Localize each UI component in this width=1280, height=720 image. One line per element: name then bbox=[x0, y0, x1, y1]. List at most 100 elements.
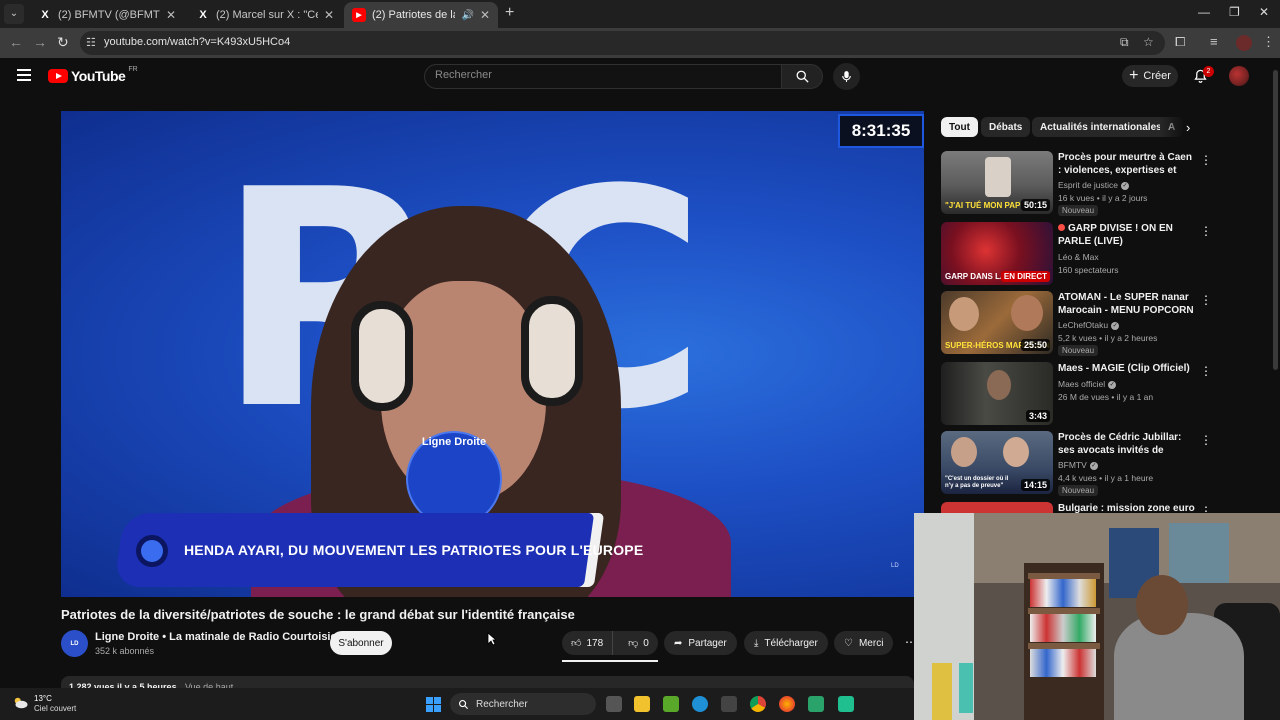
subscribe-button[interactable]: S'abonner bbox=[330, 631, 392, 655]
create-button[interactable]: + Créer bbox=[1122, 65, 1178, 87]
address-bar[interactable]: ☷ youtube.com/watch?v=K493xU5HCo4 ⧉ ☆ bbox=[80, 31, 1165, 55]
speaker-icon[interactable]: 🔊 bbox=[461, 10, 473, 21]
chip-actualites-internationales[interactable]: Actualités internationales bbox=[1032, 117, 1170, 137]
browser-menu-icon[interactable]: ⋮ bbox=[1262, 34, 1275, 50]
video-title[interactable]: GARP DIVISE ! ON EN PARLE (LIVE) bbox=[1058, 222, 1198, 248]
channel-name[interactable]: Esprit de justice ✓ bbox=[1058, 180, 1129, 190]
firefox-icon[interactable] bbox=[779, 696, 795, 712]
channel-name[interactable]: Léo & Max bbox=[1058, 252, 1099, 262]
more-options-icon[interactable]: ⋮ bbox=[1200, 364, 1212, 378]
weather-description[interactable]: Ciel couvert bbox=[34, 704, 76, 713]
nvidia-icon[interactable] bbox=[663, 696, 679, 712]
browser-profile-avatar[interactable] bbox=[1236, 35, 1252, 51]
video-thumbnail[interactable]: 3:43 bbox=[941, 362, 1053, 425]
channel-name[interactable]: LeChefOtaku ✓ bbox=[1058, 320, 1120, 330]
x-logo-icon: X bbox=[41, 9, 49, 21]
video-title[interactable]: Procès pour meurtre à Caen : violences, … bbox=[1058, 151, 1198, 178]
windows-start-icon[interactable] bbox=[426, 697, 441, 712]
back-icon[interactable]: ← bbox=[9, 34, 23, 50]
recommended-video[interactable]: SUPER-HÉROS MAROCAIN 25:50 ATOMAN - Le S… bbox=[941, 291, 1212, 356]
channel-name[interactable]: Maes officiel ✓ bbox=[1058, 379, 1117, 389]
edge-icon[interactable] bbox=[692, 696, 708, 712]
tab-title: (2) BFMTV (@BFMTV) / X bbox=[58, 9, 160, 21]
url-text[interactable]: youtube.com/watch?v=K493xU5HCo4 bbox=[104, 36, 290, 48]
search-input[interactable] bbox=[435, 69, 765, 81]
video-title[interactable]: Maes - MAGIE (Clip Officiel) bbox=[1058, 362, 1198, 375]
webcam-poster bbox=[1169, 523, 1229, 583]
chip-tout[interactable]: Tout bbox=[941, 117, 978, 137]
tab-title: (2) Marcel sur X : "Ce ton triomp bbox=[216, 9, 318, 21]
search-button[interactable] bbox=[781, 64, 823, 89]
chevron-right-icon[interactable]: › bbox=[1186, 120, 1190, 135]
recommended-video[interactable]: GARP DANS LA TOUR EN DIRECT GARP DIVISE … bbox=[941, 222, 1212, 286]
like-button[interactable]: 👍︎ 178 bbox=[562, 631, 614, 655]
video-thumbnail[interactable]: "C'est un dossier où il n'y a pas de pre… bbox=[941, 431, 1053, 494]
weather-temperature[interactable]: 13°C bbox=[34, 694, 52, 703]
voice-search-button[interactable] bbox=[833, 63, 860, 90]
close-tab-icon[interactable]: ✕ bbox=[324, 8, 334, 22]
tab-search-button[interactable]: ⌄ bbox=[4, 4, 24, 24]
browser-tab[interactable]: X (2) BFMTV (@BFMTV) / X ✕ bbox=[30, 2, 184, 28]
channel-name[interactable]: BFMTV ✓ bbox=[1058, 460, 1098, 470]
youtube-play-icon bbox=[48, 69, 68, 83]
live-badge: EN DIRECT bbox=[1000, 271, 1050, 282]
more-options-icon[interactable]: ⋮ bbox=[1200, 293, 1212, 307]
recommended-video[interactable]: 3:43 Maes - MAGIE (Clip Officiel) Maes o… bbox=[941, 362, 1212, 426]
video-meta: 160 spectateurs bbox=[1058, 265, 1119, 275]
site-info-icon[interactable]: ☷ bbox=[86, 36, 96, 49]
task-view-icon[interactable] bbox=[606, 696, 622, 712]
browser-tab-active[interactable]: ▶ (2) Patriotes de la diversité/ 🔊 ✕ bbox=[344, 2, 498, 28]
like-dislike-group: 👍︎ 178 👎︎ 0 bbox=[562, 631, 658, 655]
extensions-icon[interactable]: ⧠ bbox=[1175, 34, 1185, 50]
more-options-icon[interactable]: ⋮ bbox=[1200, 433, 1212, 447]
notification-count: 2 bbox=[1203, 66, 1214, 77]
download-button[interactable]: ⤓ Télécharger bbox=[744, 631, 828, 655]
dislike-button[interactable]: 👎︎ 0 bbox=[619, 631, 658, 655]
media-controls-icon[interactable]: ≡ bbox=[1210, 34, 1218, 49]
browser-tab-strip: ⌄ X (2) BFMTV (@BFMTV) / X ✕ X (2) Marce… bbox=[0, 0, 1280, 28]
create-label: Créer bbox=[1143, 70, 1171, 82]
forward-icon[interactable]: → bbox=[33, 34, 47, 50]
close-tab-icon[interactable]: ✕ bbox=[480, 8, 490, 22]
minimize-icon[interactable]: — bbox=[1198, 5, 1210, 19]
video-thumbnail[interactable]: GARP DANS LA TOUR EN DIRECT bbox=[941, 222, 1053, 285]
chip-debats[interactable]: Débats bbox=[981, 117, 1031, 137]
recommended-video[interactable]: "J'AI TUÉ MON PAP 50:15 Procès pour meur… bbox=[941, 151, 1212, 216]
account-avatar[interactable] bbox=[1229, 66, 1249, 86]
windows-taskbar: 13°C Ciel couvert Rechercher bbox=[0, 688, 914, 720]
channel-name[interactable]: Ligne Droite • La matinale de Radio Cour… bbox=[95, 631, 337, 643]
cast-icon[interactable]: ⧉ bbox=[1120, 35, 1129, 50]
file-explorer-icon[interactable] bbox=[634, 696, 650, 712]
more-options-icon[interactable]: ⋮ bbox=[1200, 153, 1212, 167]
app-icon[interactable] bbox=[838, 696, 854, 712]
cloud-sun-icon[interactable] bbox=[11, 696, 29, 710]
store-icon[interactable] bbox=[721, 696, 737, 712]
taskbar-search[interactable]: Rechercher bbox=[450, 693, 596, 715]
close-window-icon[interactable]: ✕ bbox=[1259, 5, 1269, 19]
youtube-logo[interactable]: YouTube FR bbox=[48, 66, 138, 84]
share-button[interactable]: ➦ Partager bbox=[664, 631, 737, 655]
video-title[interactable]: ATOMAN - Le SUPER nanar Marocain - MENU … bbox=[1058, 291, 1198, 317]
video-thumbnail[interactable]: SUPER-HÉROS MAROCAIN 25:50 bbox=[941, 291, 1053, 354]
video-meta: 4,4 k vues • il y a 1 heure bbox=[1058, 473, 1154, 483]
more-options-icon[interactable]: ⋮ bbox=[1200, 224, 1212, 238]
new-tab-button[interactable]: + bbox=[505, 4, 514, 22]
reload-icon[interactable]: ↻ bbox=[57, 34, 69, 51]
menu-icon[interactable] bbox=[17, 69, 31, 81]
recommended-video[interactable]: "C'est un dossier où il n'y a pas de pre… bbox=[941, 431, 1212, 496]
channel-avatar[interactable]: LD bbox=[61, 630, 88, 657]
chrome-icon[interactable] bbox=[750, 696, 766, 712]
close-tab-icon[interactable]: ✕ bbox=[166, 8, 176, 22]
new-badge: Nouveau bbox=[1058, 205, 1099, 216]
app-icon[interactable] bbox=[808, 696, 824, 712]
video-thumbnail[interactable]: "J'AI TUÉ MON PAP 50:15 bbox=[941, 151, 1053, 214]
search-box[interactable] bbox=[424, 64, 782, 89]
maximize-icon[interactable]: ❐ bbox=[1229, 5, 1240, 19]
video-title[interactable]: Procès de Cédric Jubillar: ses avocats i… bbox=[1058, 431, 1198, 458]
video-player[interactable]: RC Ligne Droite HENDA AYARI, DU MOUVEMEN… bbox=[61, 111, 924, 597]
bookmark-star-icon[interactable]: ☆ bbox=[1143, 35, 1154, 49]
browser-tab[interactable]: X (2) Marcel sur X : "Ce ton triomp ✕ bbox=[188, 2, 342, 28]
video-meta: 26 M de vues • il y a 1 an bbox=[1058, 392, 1154, 402]
thanks-button[interactable]: ♡ Merci bbox=[834, 631, 894, 655]
scrollbar-thumb[interactable] bbox=[1273, 70, 1278, 370]
